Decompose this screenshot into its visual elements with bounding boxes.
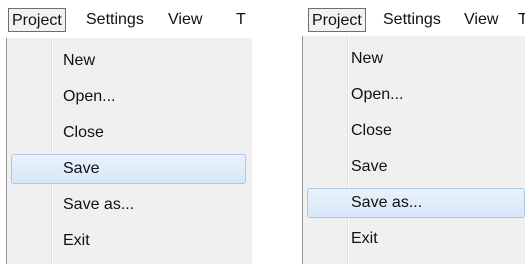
menu-item-new[interactable]: New bbox=[307, 44, 519, 74]
menu-project[interactable]: Project bbox=[8, 8, 66, 32]
menu-item-save-as[interactable]: Save as... bbox=[11, 190, 246, 220]
menu-view[interactable]: View bbox=[464, 8, 498, 32]
menu-item-label: New bbox=[351, 50, 384, 67]
project-dropdown: New Open... Close Save Save as... Exit bbox=[6, 38, 252, 264]
menu-settings[interactable]: Settings bbox=[86, 8, 144, 32]
menu-bar: Project Settings View T bbox=[302, 0, 525, 40]
menu-bar: Project Settings View T bbox=[0, 0, 252, 40]
menu-item-label: New bbox=[63, 52, 96, 69]
menu-project[interactable]: Project bbox=[308, 8, 366, 32]
menu-item-label: Save bbox=[63, 160, 100, 177]
menu-settings[interactable]: Settings bbox=[383, 8, 441, 32]
menu-item-label: Open... bbox=[351, 86, 404, 103]
menu-t[interactable]: T bbox=[236, 8, 246, 32]
menu-item-close[interactable]: Close bbox=[11, 118, 246, 148]
menu-view[interactable]: View bbox=[168, 8, 202, 32]
menu-item-label: Save as... bbox=[351, 194, 423, 211]
menu-item-label: Exit bbox=[351, 230, 378, 247]
menu-item-exit[interactable]: Exit bbox=[307, 224, 519, 254]
menu-item-open[interactable]: Open... bbox=[307, 80, 519, 110]
menu-item-label: Save bbox=[351, 158, 388, 175]
menu-item-exit[interactable]: Exit bbox=[11, 226, 246, 256]
menu-item-label: Open... bbox=[63, 88, 116, 105]
menu-item-label: Close bbox=[351, 122, 392, 139]
project-dropdown: New Open... Close Save Save as... Exit bbox=[302, 36, 525, 264]
menu-item-close[interactable]: Close bbox=[307, 116, 519, 146]
menu-item-save[interactable]: Save bbox=[307, 152, 519, 182]
menu-item-label: Exit bbox=[63, 232, 90, 249]
menu-item-save-as[interactable]: Save as... bbox=[307, 188, 525, 218]
menu-item-save[interactable]: Save bbox=[11, 154, 246, 184]
menu-t[interactable]: T bbox=[518, 8, 525, 32]
menu-screenshot-left: Project Settings View T New Open... Clos… bbox=[0, 0, 252, 264]
menu-item-open[interactable]: Open... bbox=[11, 82, 246, 112]
menu-screenshot-right: Project Settings View T New Open... Clos… bbox=[302, 0, 525, 264]
menu-item-label: Save as... bbox=[63, 196, 135, 213]
menu-item-label: Close bbox=[63, 124, 104, 141]
menu-item-new[interactable]: New bbox=[11, 46, 246, 76]
